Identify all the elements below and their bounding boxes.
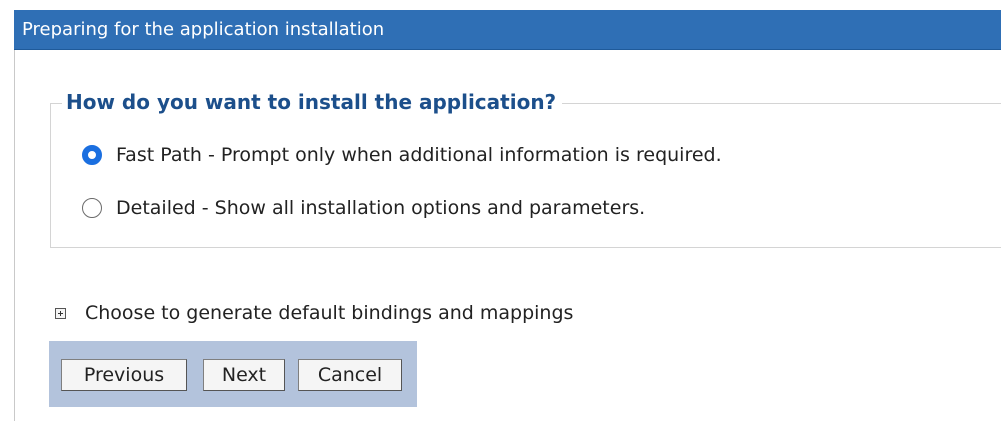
next-button[interactable]: Next bbox=[203, 359, 285, 391]
bindings-section-label: Choose to generate default bindings and … bbox=[85, 302, 574, 324]
fast-path-option[interactable]: Fast Path - Prompt only when additional … bbox=[82, 140, 722, 170]
plus-box-icon[interactable] bbox=[55, 307, 66, 319]
fast-path-radio[interactable] bbox=[82, 145, 102, 165]
install-wizard-page: Preparing for the application installati… bbox=[0, 0, 1001, 421]
install-method-fieldset bbox=[50, 103, 1001, 248]
fast-path-label: Fast Path - Prompt only when additional … bbox=[116, 144, 722, 166]
install-method-legend: How do you want to install the applicati… bbox=[62, 88, 563, 116]
detailed-option[interactable]: Detailed - Show all installation options… bbox=[82, 193, 645, 223]
page-title: Preparing for the application installati… bbox=[14, 10, 1001, 50]
button-bar: Previous Next Cancel bbox=[49, 341, 417, 407]
content-divider bbox=[14, 50, 15, 421]
cancel-button[interactable]: Cancel bbox=[298, 359, 402, 391]
detailed-radio[interactable] bbox=[82, 198, 102, 218]
detailed-label: Detailed - Show all installation options… bbox=[116, 197, 646, 219]
bindings-section-toggle[interactable]: Choose to generate default bindings and … bbox=[55, 298, 573, 328]
previous-button[interactable]: Previous bbox=[61, 359, 187, 391]
